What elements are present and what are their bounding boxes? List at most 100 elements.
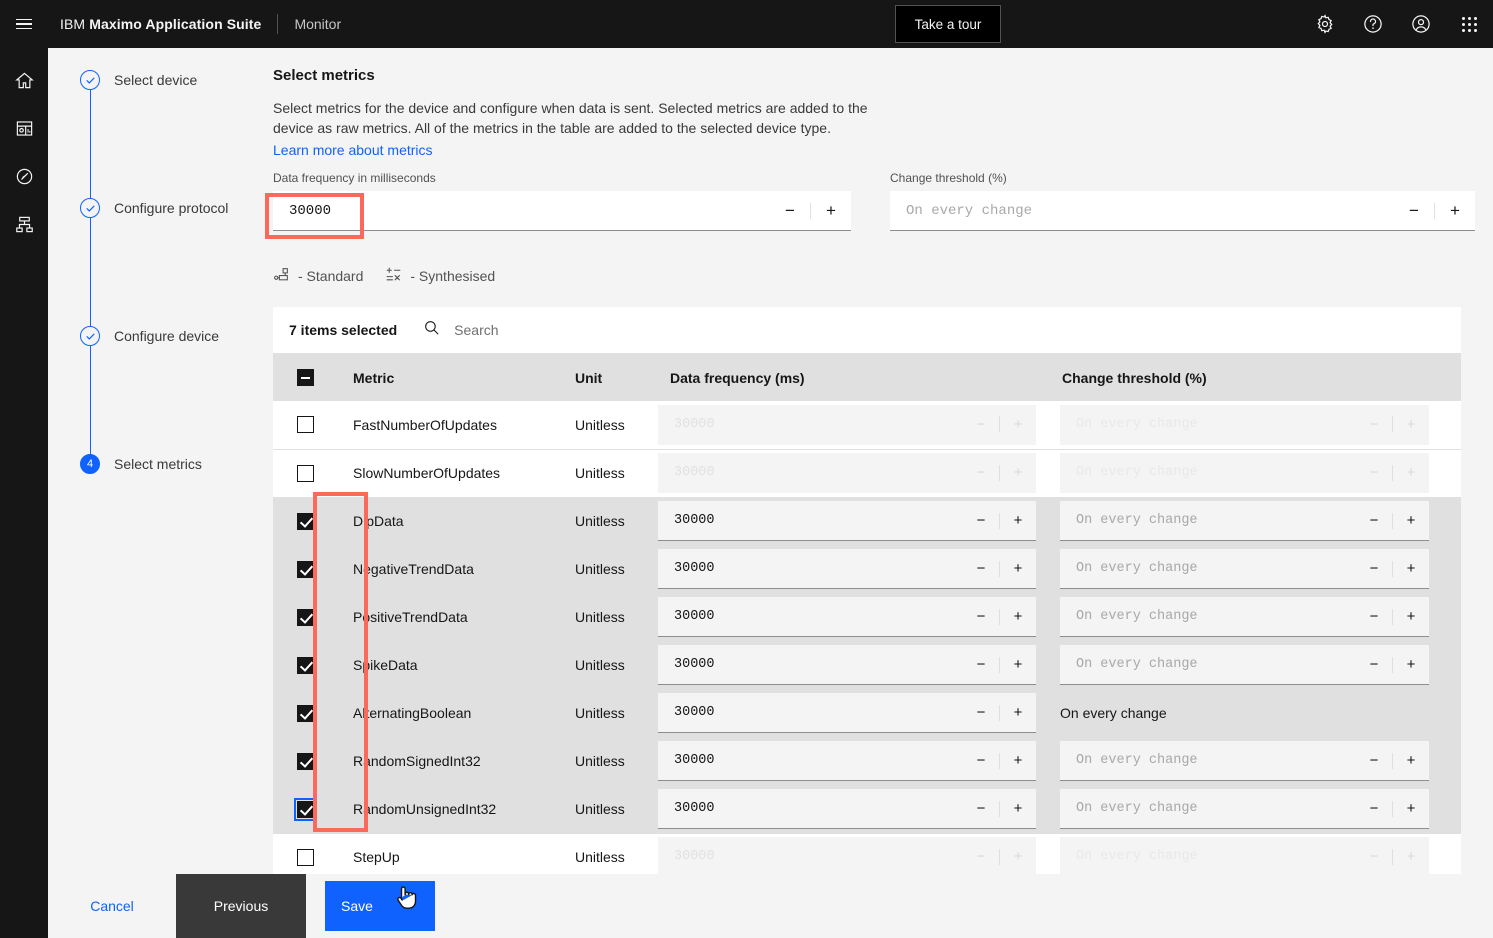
row-data-frequency-value[interactable]: 30000 [658,609,963,624]
table-row[interactable]: AlternatingBoolean Unitless 30000− + On ever… [273,689,1461,737]
row-change-threshold-placeholder[interactable]: On every change [1060,801,1356,816]
take-a-tour-button[interactable]: Take a tour [895,5,1001,43]
table-row[interactable]: FastNumberOfUpdates Unitless 30000− + On eve… [273,401,1461,449]
row-change-threshold-input[interactable]: On every change − + [1060,789,1429,829]
row-threshold-decrement[interactable]: − [1356,789,1392,829]
row-frequency-increment[interactable]: + [1000,501,1036,541]
row-frequency-decrement[interactable]: − [963,789,999,829]
row-change-threshold-input[interactable]: On every change − + [1060,645,1429,685]
table-row[interactable]: NegativeTrendData Unitless 30000− + On every… [273,545,1461,593]
save-button[interactable]: Save [325,881,435,931]
row-threshold-increment[interactable]: + [1393,549,1429,589]
hamburger-icon[interactable] [0,0,48,48]
row-threshold-increment[interactable]: + [1393,597,1429,637]
row-frequency-increment[interactable]: + [1000,741,1036,781]
row-data-frequency-input[interactable]: 30000− + [658,789,1036,829]
sub-app-name[interactable]: Monitor [294,16,341,32]
row-change-threshold-input[interactable]: On every change − + [1060,501,1429,541]
decrement-button[interactable]: − [770,191,810,231]
row-data-frequency-value[interactable]: 30000 [658,513,963,528]
previous-button[interactable]: Previous [176,874,306,938]
row-data-frequency-input[interactable]: 30000− + [658,549,1036,589]
app-switcher-icon[interactable] [1445,0,1493,48]
column-header-data-frequency[interactable]: Data frequency (ms) [654,354,1046,401]
home-icon[interactable] [0,62,48,98]
row-checkbox[interactable] [296,464,314,482]
table-row[interactable]: PositiveTrendData Unitless 30000− + On every… [273,593,1461,641]
select-all-checkbox[interactable] [296,369,314,386]
row-threshold-increment[interactable]: + [1393,789,1429,829]
row-threshold-increment[interactable]: + [1393,501,1429,541]
row-frequency-decrement[interactable]: − [963,501,999,541]
row-frequency-increment[interactable]: + [1000,549,1036,589]
row-checkbox[interactable] [296,608,314,626]
row-change-threshold-placeholder[interactable]: On every change [1060,561,1356,576]
data-frequency-value[interactable]: 30000 [273,203,770,219]
cancel-button[interactable]: Cancel [48,874,176,938]
row-data-frequency-value[interactable]: 30000 [658,657,963,672]
learn-more-link[interactable]: Learn more about metrics [273,142,433,158]
column-header-change-threshold[interactable]: Change threshold (%) [1046,354,1461,401]
brand-title[interactable]: IBM Maximo Application Suite [60,16,261,32]
table-row[interactable]: DipData Unitless 30000− + On every change − + [273,497,1461,545]
table-row[interactable]: RandomSignedInt32 Unitless 30000− + On every… [273,737,1461,785]
row-frequency-decrement[interactable]: − [963,549,999,589]
row-threshold-decrement[interactable]: − [1356,549,1392,589]
change-threshold-placeholder[interactable]: On every change [890,203,1394,219]
table-row[interactable]: SlowNumberOfUpdates Unitless 30000− + On eve… [273,449,1461,497]
row-checkbox[interactable] [296,656,314,674]
increment-button[interactable]: + [811,191,851,231]
row-change-threshold-placeholder[interactable]: On every change [1060,657,1356,672]
data-frequency-input[interactable]: 30000 − + [273,191,851,231]
row-threshold-decrement[interactable]: − [1356,501,1392,541]
row-data-frequency-value[interactable]: 30000 [658,801,963,816]
row-checkbox[interactable] [296,416,314,434]
gear-icon[interactable] [1301,0,1349,48]
hierarchy-icon[interactable] [0,206,48,242]
row-frequency-decrement[interactable]: − [963,741,999,781]
table-row[interactable]: RandomUnsignedInt32 Unitless 30000− + On eve… [273,785,1461,833]
row-change-threshold-placeholder[interactable]: On every change [1060,609,1356,624]
row-data-frequency-input[interactable]: 30000− + [658,597,1036,637]
row-checkbox[interactable] [296,512,314,530]
row-checkbox[interactable] [296,704,314,722]
row-frequency-decrement[interactable]: − [963,693,999,733]
row-checkbox[interactable] [296,752,314,770]
column-header-metric[interactable]: Metric [337,354,559,401]
search-input[interactable]: Search [423,319,1461,341]
row-data-frequency-input[interactable]: 30000− + [658,501,1036,541]
row-threshold-decrement[interactable]: − [1356,741,1392,781]
wizard-step-select-device[interactable]: Select device [48,60,265,198]
row-threshold-decrement[interactable]: − [1356,645,1392,685]
decrement-button[interactable]: − [1394,191,1434,231]
row-checkbox[interactable] [293,797,317,821]
search-icon[interactable] [423,319,440,341]
row-change-threshold-input[interactable]: On every change − + [1060,549,1429,589]
row-change-threshold-input[interactable]: On every change − + [1060,597,1429,637]
row-data-frequency-input[interactable]: 30000− + [658,741,1036,781]
row-checkbox[interactable] [296,560,314,578]
change-threshold-input[interactable]: On every change − + [890,191,1475,231]
row-frequency-decrement[interactable]: − [963,597,999,637]
row-frequency-increment[interactable]: + [1000,693,1036,733]
user-avatar-icon[interactable] [1397,0,1445,48]
row-threshold-increment[interactable]: + [1393,741,1429,781]
column-header-unit[interactable]: Unit [559,354,654,401]
row-data-frequency-value[interactable]: 30000 [658,753,963,768]
row-threshold-decrement[interactable]: − [1356,597,1392,637]
row-frequency-increment[interactable]: + [1000,597,1036,637]
row-data-frequency-input[interactable]: 30000− + [658,645,1036,685]
help-icon[interactable] [1349,0,1397,48]
wizard-step-configure-device[interactable]: Configure device [48,316,265,454]
gauge-icon[interactable] [0,158,48,194]
row-change-threshold-placeholder[interactable]: On every change [1060,753,1356,768]
row-data-frequency-input[interactable]: 30000− + [658,693,1036,733]
row-frequency-decrement[interactable]: − [963,645,999,685]
increment-button[interactable]: + [1435,191,1475,231]
row-data-frequency-value[interactable]: 30000 [658,705,963,720]
row-frequency-increment[interactable]: + [1000,645,1036,685]
row-data-frequency-value[interactable]: 30000 [658,561,963,576]
row-checkbox[interactable] [296,848,314,866]
row-change-threshold-input[interactable]: On every change − + [1060,741,1429,781]
row-threshold-increment[interactable]: + [1393,645,1429,685]
